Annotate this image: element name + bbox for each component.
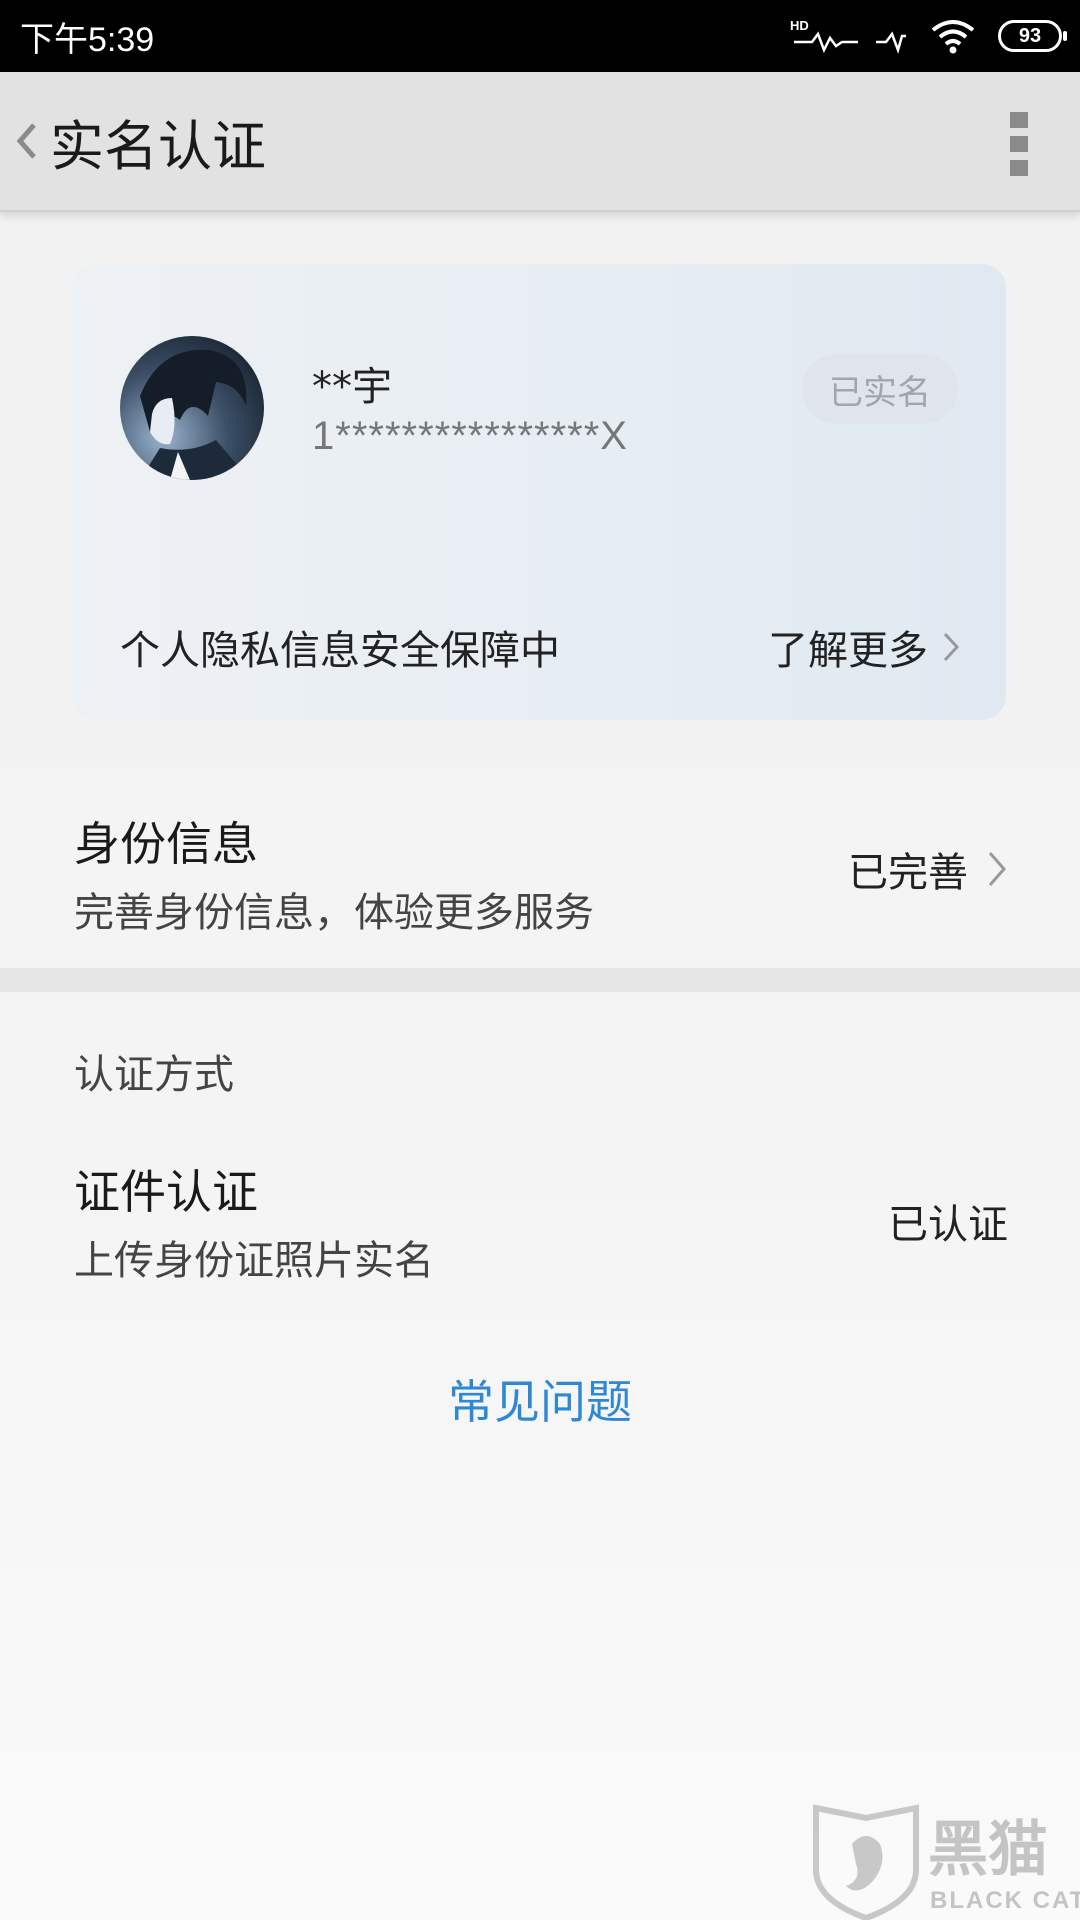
watermark-text: 黑猫	[928, 1815, 1048, 1885]
identity-info-row[interactable]: 身份信息 完善身份信息，体验更多服务 已完善	[0, 768, 1080, 968]
title-bar: 实名认证	[0, 72, 1080, 212]
section-divider	[0, 968, 1080, 992]
status-bar: 下午5:39 HD 93	[0, 0, 1080, 72]
user-id-number: 1****************X	[312, 414, 628, 458]
status-time: 下午5:39	[20, 20, 155, 59]
page-title: 实名认证	[50, 114, 266, 178]
avatar	[120, 336, 264, 480]
battery-icon: 93	[998, 20, 1067, 52]
black-cat-watermark: 黑猫 BLACK CAT	[813, 1804, 1080, 1920]
learn-more-link[interactable]: 了解更多	[768, 618, 960, 676]
back-icon[interactable]	[12, 111, 42, 171]
profile-card: **宇 1****************X 已实名 个人隐私信息安全保障中 了…	[72, 264, 1006, 720]
learn-more-label: 了解更多	[768, 628, 928, 674]
method-subtitle: 上传身份证照片实名	[74, 1238, 434, 1284]
battery-level: 93	[1018, 24, 1042, 47]
chevron-right-icon	[988, 852, 1006, 886]
wifi-icon	[931, 20, 975, 54]
more-icon[interactable]	[1010, 112, 1030, 176]
verified-badge: 已实名	[802, 354, 958, 424]
svg-text:HD: HD	[790, 18, 809, 33]
identity-info-title: 身份信息	[74, 817, 258, 871]
privacy-text: 个人隐私信息安全保障中	[120, 628, 560, 674]
user-name: **宇	[312, 364, 392, 410]
chevron-right-icon	[943, 632, 960, 662]
status-icons: HD 93	[790, 16, 1067, 56]
auth-methods-section: 认证方式 证件认证 上传身份证照片实名 已认证 常见问题	[0, 992, 1080, 1920]
identity-info-status: 已完善	[848, 840, 1008, 898]
identity-status-label: 已完善	[848, 850, 968, 896]
hd-call-icon: HD	[790, 18, 906, 54]
method-title: 证件认证	[74, 1165, 258, 1219]
faq-link[interactable]: 常见问题	[0, 1366, 1080, 1432]
watermark-subtext: BLACK CAT	[930, 1887, 1080, 1914]
method-status: 已认证	[888, 1202, 1008, 1248]
section-label: 认证方式	[74, 1052, 234, 1098]
identity-info-subtitle: 完善身份信息，体验更多服务	[74, 890, 594, 936]
